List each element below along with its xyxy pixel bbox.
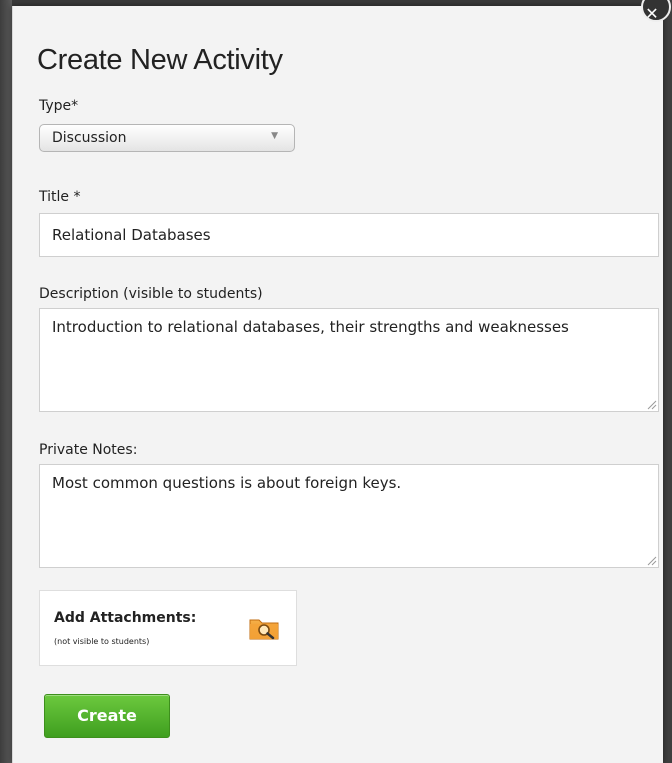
- private-notes-textarea[interactable]: Most common questions is about foreign k…: [39, 464, 659, 568]
- create-activity-dialog: ✕ Create New Activity Type* Discussion ▼…: [12, 0, 671, 763]
- title-input[interactable]: Relational Databases: [39, 213, 659, 257]
- description-textarea[interactable]: Introduction to relational databases, th…: [39, 308, 659, 412]
- background-left: [0, 0, 12, 763]
- type-selected-value: Discussion: [52, 130, 127, 146]
- chevron-down-icon: ▼: [271, 131, 278, 141]
- private-notes-label: Private Notes:: [39, 442, 138, 458]
- add-attachments-note: (not visible to students): [54, 637, 150, 646]
- type-label: Type*: [39, 98, 79, 114]
- create-button[interactable]: Create: [44, 694, 170, 738]
- folder-search-icon[interactable]: [248, 615, 282, 641]
- resize-handle-icon[interactable]: [645, 554, 657, 566]
- private-notes-textarea-value: Most common questions is about foreign k…: [52, 474, 402, 492]
- title-label: Title *: [39, 189, 81, 205]
- resize-handle-icon[interactable]: [645, 398, 657, 410]
- background-right: [662, 0, 672, 763]
- dialog-title: Create New Activity: [37, 44, 283, 76]
- description-textarea-value: Introduction to relational databases, th…: [52, 318, 569, 336]
- description-label: Description (visible to students): [39, 286, 263, 302]
- add-attachments-heading: Add Attachments:: [54, 610, 197, 626]
- close-icon[interactable]: ✕: [639, 0, 665, 28]
- title-input-value: Relational Databases: [52, 226, 211, 244]
- add-attachments-box[interactable]: Add Attachments: (not visible to student…: [39, 590, 297, 666]
- type-select[interactable]: Discussion ▼: [39, 124, 295, 152]
